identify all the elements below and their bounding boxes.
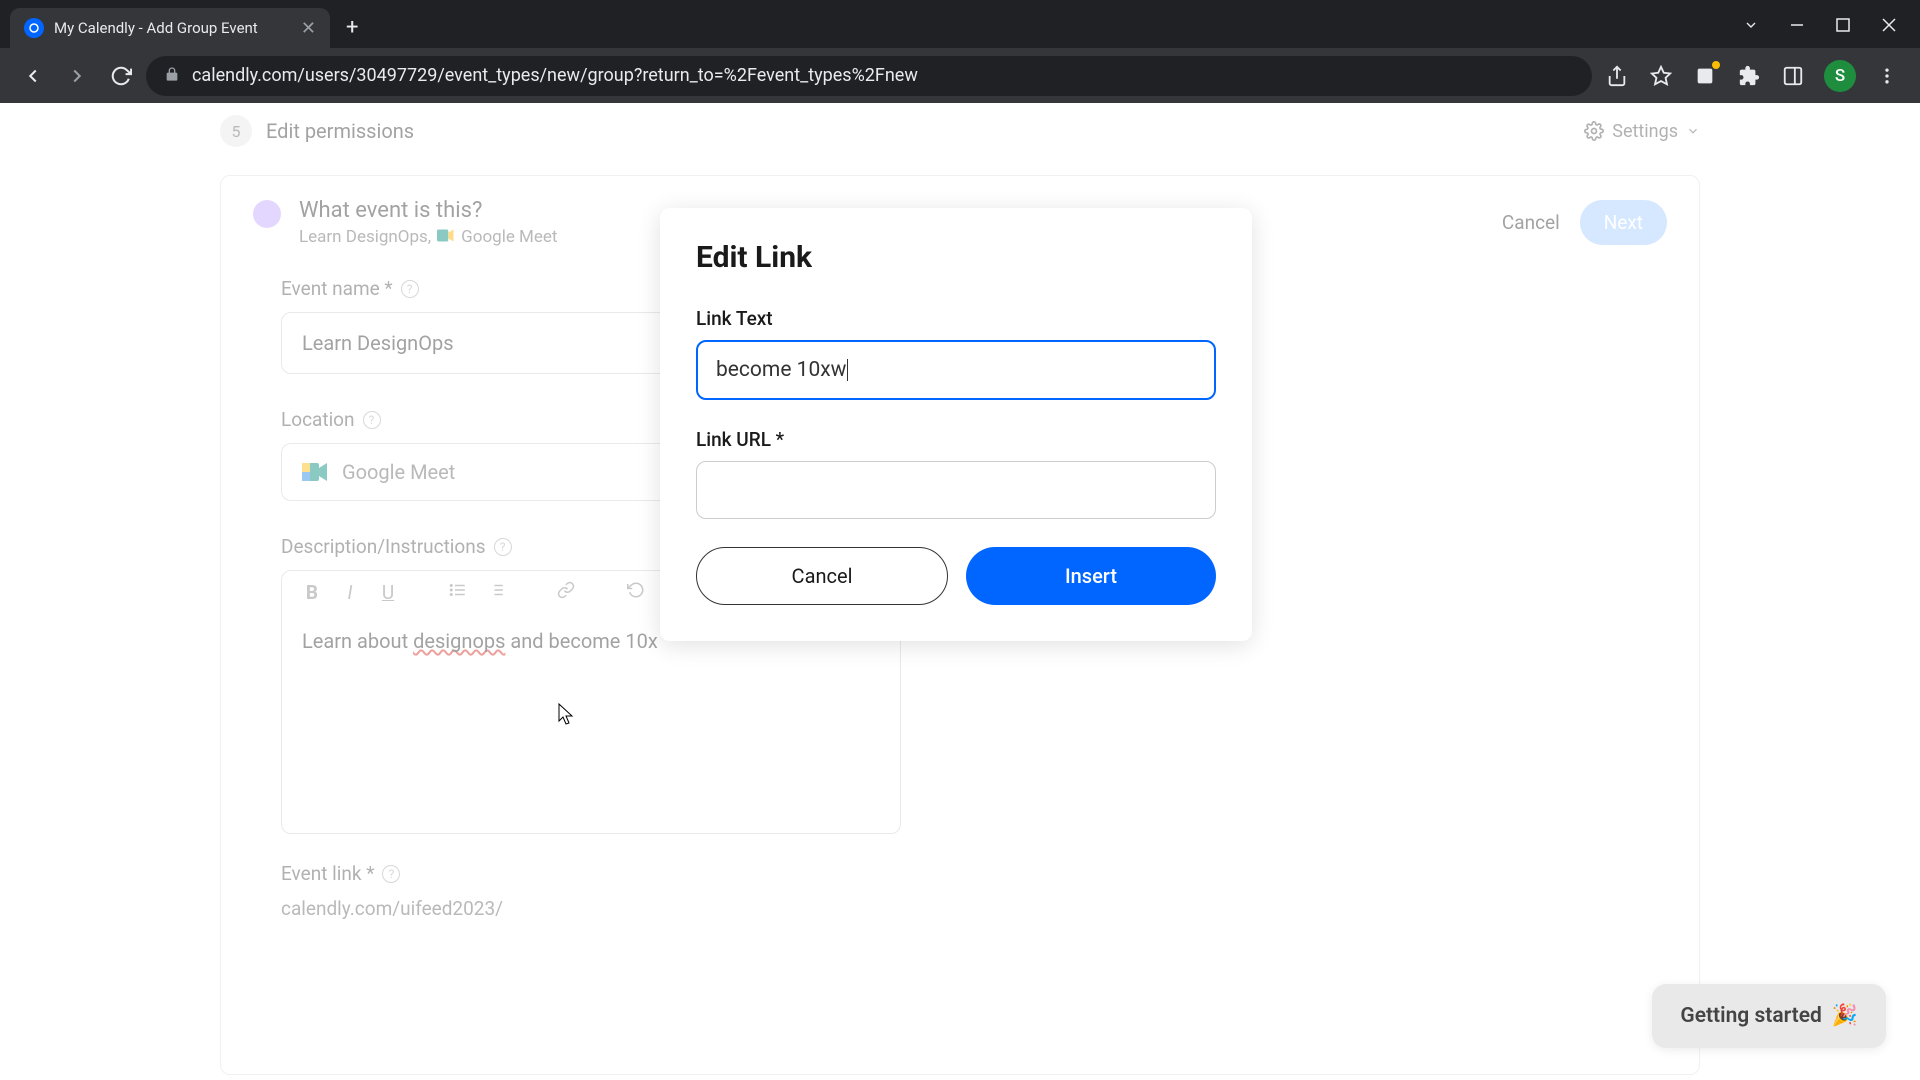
calendly-favicon — [24, 18, 44, 38]
cancel-link[interactable]: Cancel — [1502, 211, 1560, 234]
link-url-label: Link URL * — [696, 428, 1216, 451]
google-meet-icon — [302, 461, 328, 483]
next-button[interactable]: Next — [1580, 200, 1667, 245]
google-meet-icon — [437, 228, 455, 246]
window-minimize-icon[interactable] — [1788, 16, 1806, 34]
browser-tab[interactable]: My Calendly - Add Group Event ✕ — [10, 8, 330, 48]
settings-button[interactable]: Settings — [1584, 121, 1700, 142]
menu-icon[interactable] — [1874, 63, 1900, 89]
extension-badge-icon[interactable] — [1692, 63, 1718, 89]
event-color-dot — [253, 200, 281, 228]
tab-close-icon[interactable]: ✕ — [301, 18, 316, 39]
link-text-input[interactable]: become 10xw — [696, 340, 1216, 400]
event-link-label: Event link * — [281, 862, 374, 885]
gear-icon — [1584, 121, 1604, 141]
bullet-list-button[interactable] — [446, 581, 470, 604]
party-popper-icon: 🎉 — [1832, 1004, 1858, 1028]
new-tab-button[interactable]: + — [330, 15, 374, 40]
getting-started-widget[interactable]: Getting started 🎉 — [1652, 984, 1886, 1048]
settings-label: Settings — [1612, 121, 1678, 142]
lock-icon — [164, 66, 180, 86]
numbered-list-button[interactable] — [484, 581, 508, 604]
tabs-dropdown-icon[interactable] — [1742, 16, 1760, 34]
event-subheading: Learn DesignOps, Google Meet — [299, 227, 558, 247]
italic-button[interactable]: I — [338, 581, 362, 604]
info-icon[interactable]: ? — [363, 411, 381, 429]
description-label: Description/Instructions — [281, 535, 486, 558]
link-button[interactable] — [554, 581, 578, 604]
side-panel-icon[interactable] — [1780, 63, 1806, 89]
window-close-icon[interactable] — [1880, 16, 1898, 34]
extensions-icon[interactable] — [1736, 63, 1762, 89]
step-number: 5 — [220, 115, 252, 147]
tab-title: My Calendly - Add Group Event — [54, 19, 291, 37]
url-text: calendly.com/users/30497729/event_types/… — [192, 65, 1574, 86]
reload-button[interactable] — [102, 57, 140, 95]
window-maximize-icon[interactable] — [1834, 16, 1852, 34]
modal-title: Edit Link — [696, 240, 1216, 275]
getting-started-label: Getting started — [1680, 1004, 1821, 1028]
event-heading: What event is this? — [299, 198, 558, 223]
cancel-button[interactable]: Cancel — [696, 547, 948, 605]
share-icon[interactable] — [1604, 63, 1630, 89]
step-label: Edit permissions — [266, 119, 414, 143]
chevron-down-icon — [1686, 124, 1700, 138]
link-text-label: Link Text — [696, 307, 1216, 330]
profile-avatar[interactable]: S — [1824, 60, 1856, 92]
description-content[interactable]: Learn about designops and become 10x — [282, 615, 900, 833]
address-bar[interactable]: calendly.com/users/30497729/event_types/… — [146, 56, 1592, 96]
event-link-value: calendly.com/uifeed2023/ — [281, 897, 1639, 920]
event-name-label: Event name * — [281, 277, 393, 300]
bookmark-icon[interactable] — [1648, 63, 1674, 89]
underline-button[interactable]: U — [376, 581, 400, 604]
forward-button[interactable] — [58, 57, 96, 95]
info-icon[interactable]: ? — [382, 865, 400, 883]
insert-button[interactable]: Insert — [966, 547, 1216, 605]
cursor-icon — [558, 703, 576, 731]
info-icon[interactable]: ? — [401, 280, 419, 298]
undo-button[interactable] — [624, 581, 648, 604]
edit-link-modal: Edit Link Link Text become 10xw Link URL… — [660, 208, 1252, 641]
location-value: Google Meet — [342, 460, 455, 484]
bold-button[interactable]: B — [300, 581, 324, 604]
back-button[interactable] — [14, 57, 52, 95]
info-icon[interactable]: ? — [494, 538, 512, 556]
link-url-input[interactable] — [696, 461, 1216, 519]
location-label: Location — [281, 408, 355, 431]
